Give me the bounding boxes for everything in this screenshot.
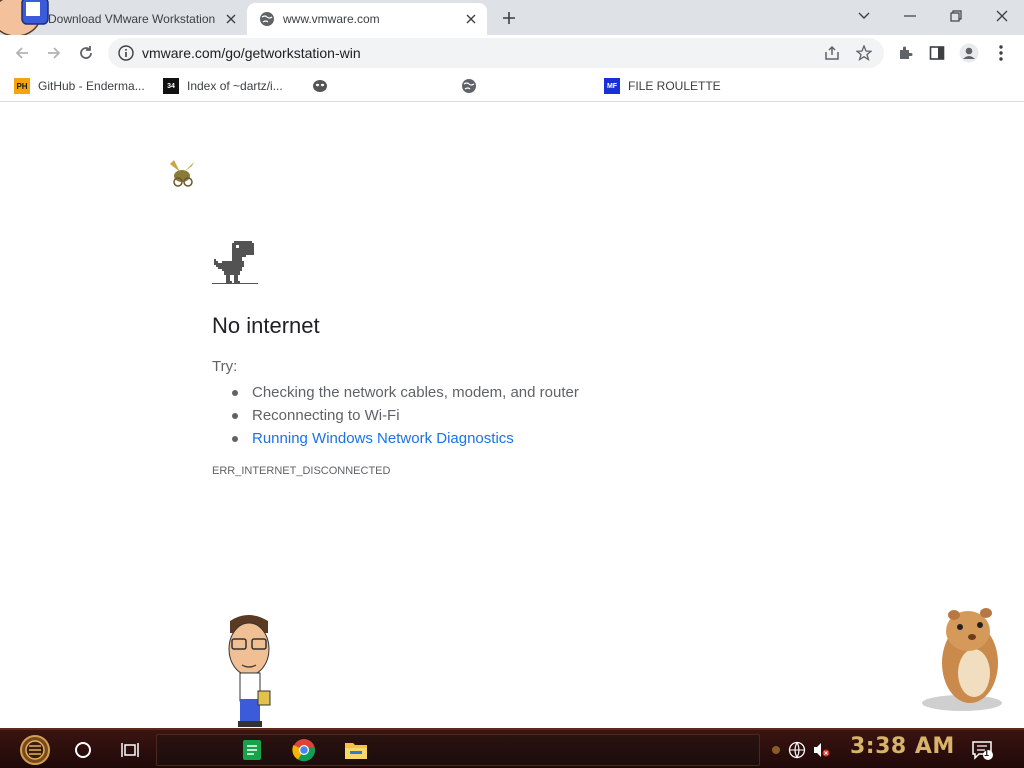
new-tab-button[interactable] <box>498 7 520 29</box>
task-view-icon[interactable] <box>117 736 145 764</box>
suggestion-item: Reconnecting to Wi-Fi <box>232 404 579 427</box>
share-icon[interactable] <box>822 43 842 63</box>
mask-favicon-icon <box>313 80 327 92</box>
bookmark-label: FILE ROULETTE <box>628 79 721 93</box>
bookmark-4[interactable] <box>461 77 485 95</box>
browser-toolbar: vmware.com/go/getworkstation-win <box>0 35 1024 71</box>
bookmark-github[interactable]: PH GitHub - Enderma... <box>14 77 145 95</box>
address-bar[interactable]: vmware.com/go/getworkstation-win <box>108 38 884 68</box>
chrome-icon[interactable] <box>290 736 318 764</box>
network-diagnostics-link[interactable]: Running Windows Network Diagnostics <box>232 427 579 450</box>
close-window-button[interactable] <box>988 3 1016 29</box>
dinosaur-icon <box>212 241 258 284</box>
close-icon[interactable] <box>221 9 241 29</box>
cortana-search-icon[interactable] <box>69 736 97 764</box>
bookmark-index-of[interactable]: 34 Index of ~dartz/i... <box>163 77 283 95</box>
error-page: No internet Try: Checking the network ca… <box>0 103 1024 728</box>
bookmark-file-roulette[interactable]: MF FILE ROULETTE <box>604 77 721 95</box>
forward-button[interactable] <box>42 41 66 65</box>
volume-muted-icon[interactable] <box>811 740 831 760</box>
notification-center-icon[interactable]: 1 <box>970 738 994 762</box>
mf-favicon-icon: MF <box>604 78 620 94</box>
extensions-icon[interactable] <box>894 42 916 64</box>
bookmarks-bar: PH GitHub - Enderma... 34 Index of ~dart… <box>0 71 1024 102</box>
taskbar-clock[interactable]: 3:38 AM <box>850 734 955 759</box>
file-explorer-icon[interactable] <box>342 736 370 764</box>
tab-strip: Download VMware Workstation www.vmware.c… <box>0 0 1024 37</box>
notification-count: 1 <box>984 748 990 758</box>
url-text[interactable]: vmware.com/go/getworkstation-win <box>142 45 361 61</box>
hamster-icon <box>922 608 1002 711</box>
suggestion-list: Checking the network cables, modem, and … <box>232 381 579 450</box>
bookmark-label: Index of ~dartz/i... <box>187 79 283 93</box>
bookmark-label: GitHub - Enderma... <box>38 79 145 93</box>
tab-vmware-com[interactable]: www.vmware.com <box>247 3 487 35</box>
tab-search-button[interactable] <box>850 3 878 29</box>
bookmark-star-icon[interactable] <box>854 43 874 63</box>
tray-overflow-icon[interactable] <box>766 740 786 760</box>
flying-creature-icon <box>170 160 194 187</box>
menu-kebab-icon[interactable] <box>990 42 1012 64</box>
try-label: Try: <box>212 358 238 375</box>
index-favicon-icon: 34 <box>163 78 179 94</box>
tab-title: Download VMware Workstation <box>48 12 216 26</box>
back-button[interactable] <box>10 41 34 65</box>
error-heading: No internet <box>212 313 320 338</box>
network-globe-icon[interactable] <box>787 740 807 760</box>
minimize-button[interactable] <box>896 3 924 29</box>
profile-avatar-icon[interactable] <box>958 42 980 64</box>
spreadsheet-app-icon[interactable] <box>238 736 266 764</box>
taskbar: 3:38 AM 1 <box>0 728 1024 768</box>
error-code: ERR_INTERNET_DISCONNECTED <box>212 465 391 477</box>
globe-favicon-icon <box>462 79 476 93</box>
reload-button[interactable] <box>74 41 98 65</box>
suggestion-item: Checking the network cables, modem, and … <box>232 381 579 404</box>
close-icon[interactable] <box>461 9 481 29</box>
globe-icon <box>260 12 274 26</box>
tab-title: www.vmware.com <box>283 12 380 26</box>
cartoon-man-icon <box>228 615 271 727</box>
info-icon[interactable] <box>118 45 134 61</box>
start-button[interactable] <box>12 733 58 767</box>
bookmark-3[interactable] <box>312 77 336 95</box>
side-panel-icon[interactable] <box>926 42 948 64</box>
restore-button[interactable] <box>942 3 970 29</box>
ph-favicon-icon: PH <box>14 78 30 94</box>
